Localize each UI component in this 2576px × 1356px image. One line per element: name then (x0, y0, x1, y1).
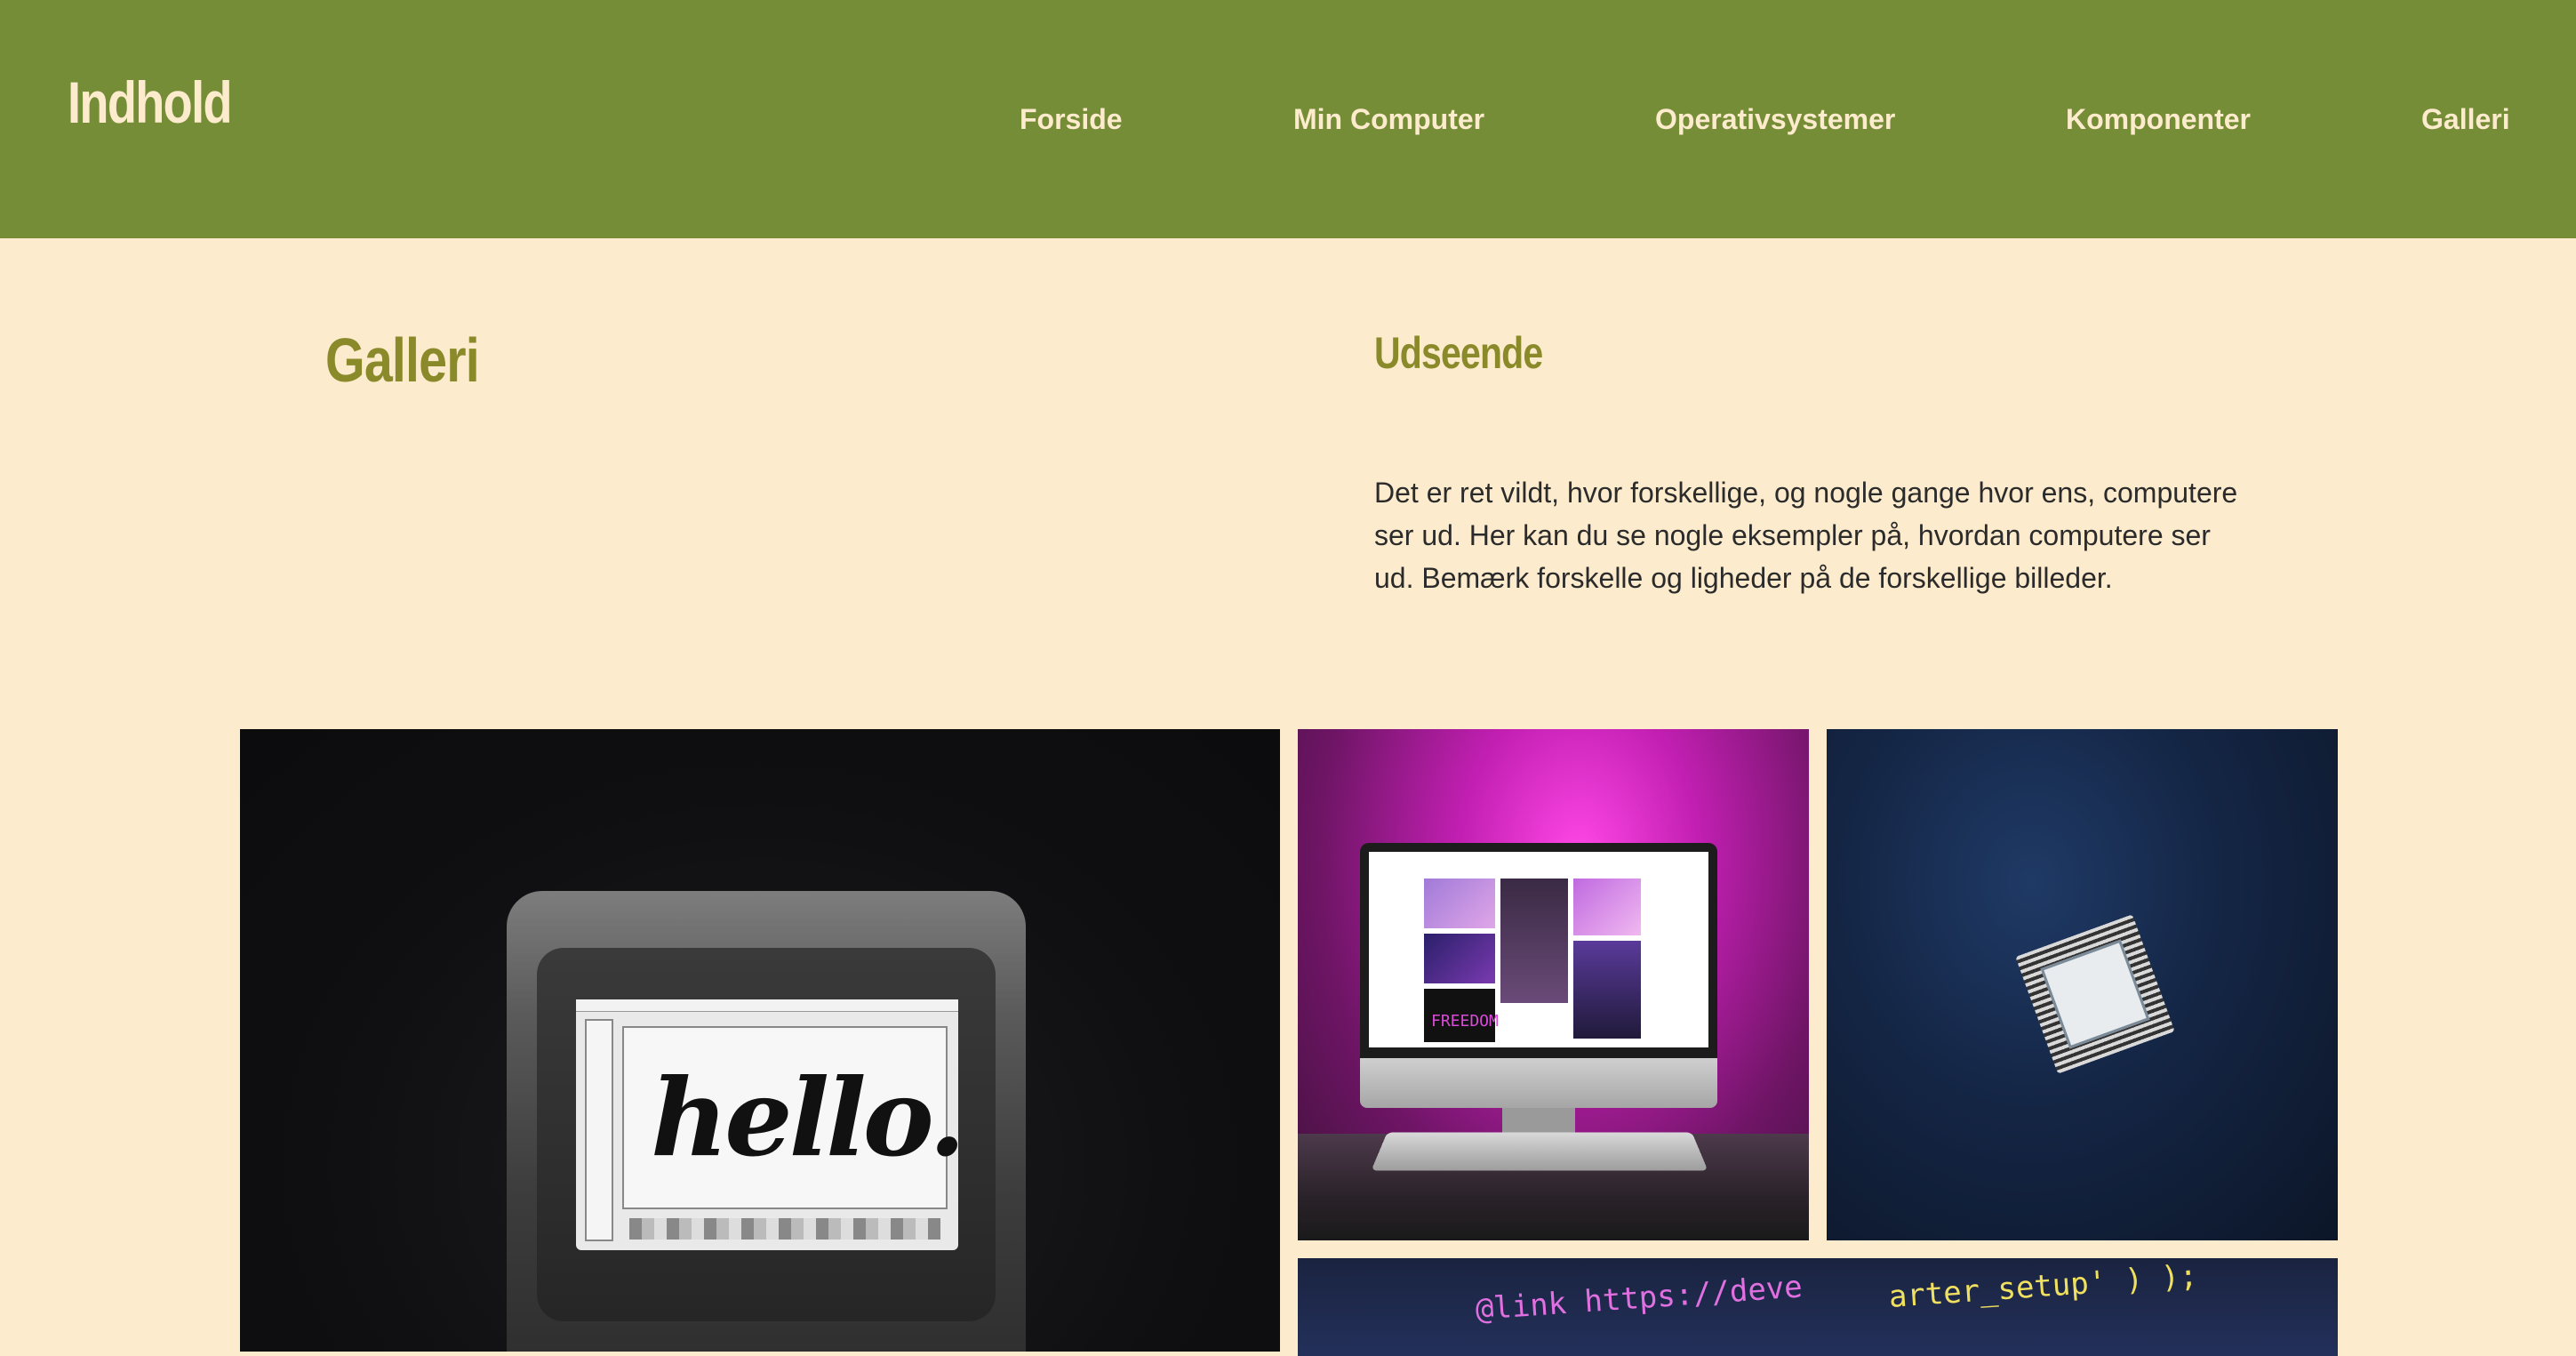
retro-computer-screen: hello. (576, 999, 965, 1250)
imac-screen: FREEDOM (1360, 843, 1717, 1067)
site-logo[interactable]: Indhold (68, 73, 233, 132)
section-title: Udseende (1374, 328, 1543, 378)
nav-item-forside[interactable]: Forside (1020, 105, 1123, 133)
cpu-chip (2015, 914, 2175, 1074)
imac-keyboard (1371, 1132, 1708, 1171)
intro-paragraph: Det er ret vildt, hvor forskellige, og n… (1374, 477, 2238, 594)
retro-toolbox (585, 1019, 613, 1241)
retro-hello-text: hello. (651, 1055, 965, 1181)
retro-pattern-palette (629, 1218, 940, 1240)
cpu-die (2040, 939, 2150, 1049)
imac-wallpaper-text: FREEDOM (1431, 1012, 1499, 1031)
nav-item-komponenter[interactable]: Komponenter (2066, 105, 2251, 133)
code-line-2: arter_setup' ) ); (1887, 1258, 2199, 1315)
gallery-image-cpu[interactable] (1827, 729, 2338, 1240)
retro-computer-bezel: hello. (537, 948, 996, 1321)
page-title: Galleri (325, 325, 480, 395)
nav-item-galleri[interactable]: Galleri (2421, 105, 2510, 133)
site-header: Indhold Forside Min Computer Operativsys… (0, 0, 2576, 238)
retro-menubar (576, 999, 958, 1012)
gallery-image-retro-computer[interactable]: hello. (240, 729, 1280, 1352)
gallery-image-imac[interactable]: FREEDOM (1298, 729, 1809, 1240)
imac-screen-content: FREEDOM (1369, 852, 1708, 1047)
nav-item-operativsystemer[interactable]: Operativsystemer (1655, 105, 1895, 133)
imac-chin (1360, 1058, 1717, 1108)
code-line-1: @link https://deve (1474, 1269, 1804, 1328)
nav-item-min-computer[interactable]: Min Computer (1293, 105, 1484, 133)
gallery-image-code[interactable]: @link https://deve arter_setup' ) ); (1298, 1258, 2338, 1356)
retro-computer-case: hello. (507, 891, 1026, 1352)
